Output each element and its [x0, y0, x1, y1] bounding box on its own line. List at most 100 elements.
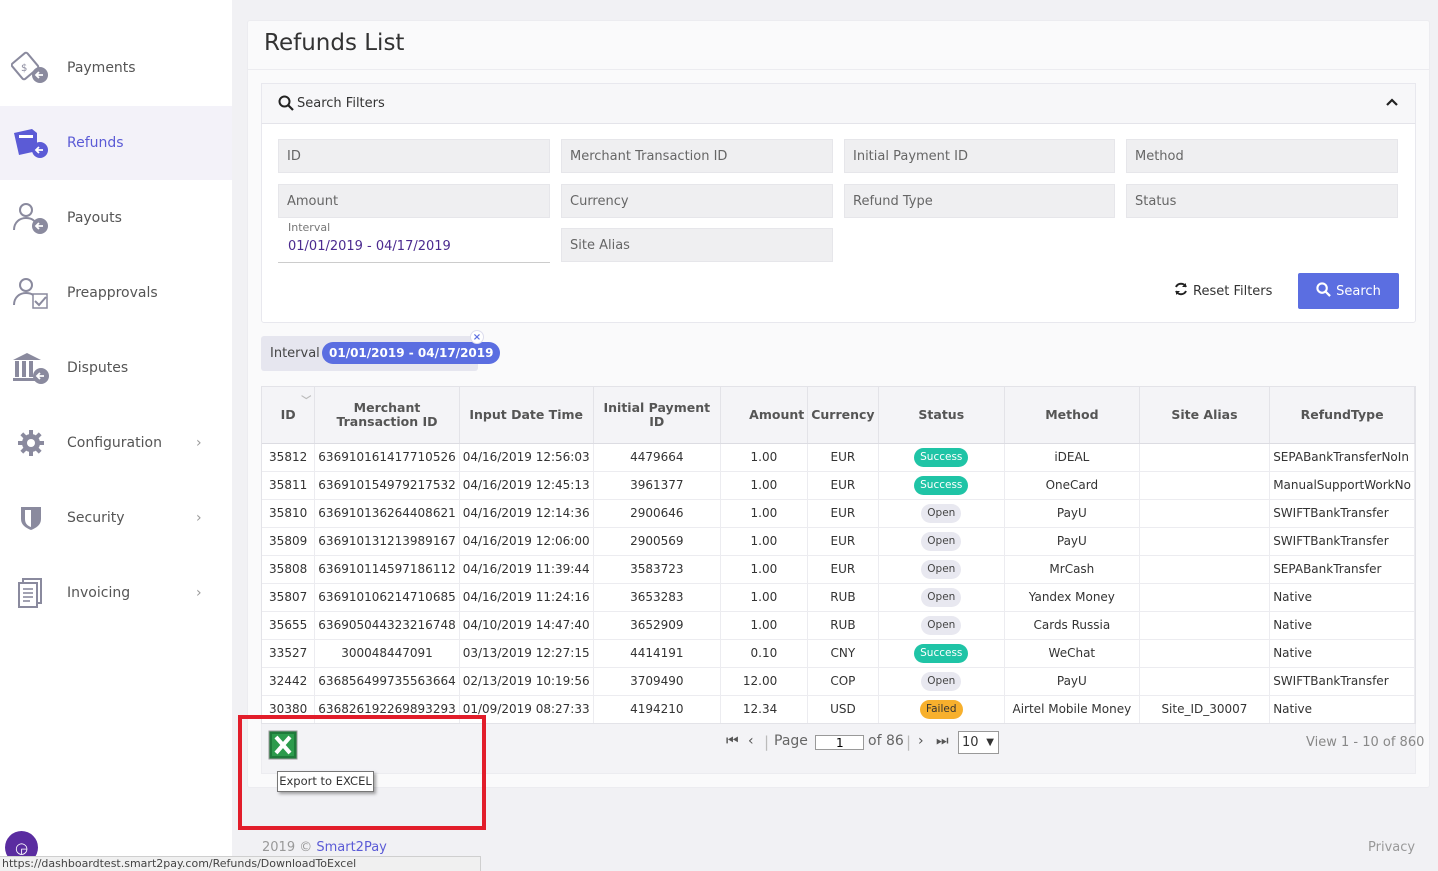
- cell-status: Open: [878, 611, 1006, 640]
- cell-initial-payment-id: 3652909: [593, 611, 721, 640]
- column-header-site-alias[interactable]: Site Alias: [1139, 387, 1271, 444]
- page-size-select[interactable]: 10 ▼: [958, 731, 999, 754]
- sidebar-item-configuration[interactable]: Configuration ›: [0, 406, 232, 480]
- table-row[interactable]: 35655 636905044323216748 04/10/2019 14:47:…: [262, 611, 1415, 640]
- reset-filters-label: Reset Filters: [1193, 283, 1273, 299]
- sidebar-item-label: Invoicing: [67, 585, 131, 601]
- cell-input-date-time: 04/16/2019 11:24:16: [459, 583, 594, 612]
- cell-id: 35812: [262, 443, 316, 472]
- table-row[interactable]: 35809 636910131213989167 04/16/2019 12:06:…: [262, 527, 1415, 556]
- cell-site-alias: [1139, 443, 1271, 472]
- cell-site-alias: [1139, 667, 1271, 696]
- cell-currency: RUB: [807, 611, 879, 640]
- column-header-amount[interactable]: Amount: [720, 387, 809, 444]
- cell-amount: 1.00: [720, 527, 809, 556]
- table-row[interactable]: 32442 636856499735563664 02/13/2019 10:19:…: [262, 667, 1415, 696]
- cell-initial-payment-id: 2900569: [593, 527, 721, 556]
- status-filter-input[interactable]: [1126, 184, 1398, 218]
- cell-status: Success: [878, 639, 1006, 668]
- cell-initial-payment-id: 4194210: [593, 695, 721, 723]
- search-filters-title: Search Filters: [297, 96, 385, 111]
- table-row[interactable]: 35810 636910136264408621 04/16/2019 12:14:…: [262, 499, 1415, 528]
- cell-currency: EUR: [807, 527, 879, 556]
- disputes-icon: [10, 347, 52, 389]
- column-header-initial-payment-id[interactable]: Initial Payment ID: [593, 387, 721, 444]
- cell-site-alias: [1139, 611, 1271, 640]
- cell-id: 35811: [262, 471, 316, 500]
- cell-currency: CNY: [807, 639, 879, 668]
- table-row[interactable]: 35808 636910114597186112 04/16/2019 11:39:…: [262, 555, 1415, 584]
- page-label: Page: [774, 733, 808, 749]
- cell-site-alias: [1139, 499, 1271, 528]
- document-icon: [10, 572, 52, 614]
- merchant-transaction-id-input[interactable]: [561, 139, 833, 173]
- cell-site-alias: [1139, 583, 1271, 612]
- divider: [248, 69, 1429, 70]
- cell-currency: EUR: [807, 443, 879, 472]
- sidebar-item-label: Disputes: [67, 360, 129, 376]
- cell-currency: EUR: [807, 555, 879, 584]
- page-number-input[interactable]: [815, 735, 864, 750]
- initial-payment-id-input[interactable]: [844, 139, 1115, 173]
- cell-method: Yandex Money: [1004, 583, 1140, 612]
- sidebar-item-payouts[interactable]: Payouts: [0, 181, 232, 255]
- dropdown-arrow-icon: ▼: [986, 737, 994, 748]
- cell-id: 35807: [262, 583, 316, 612]
- sidebar-item-invoicing[interactable]: Invoicing ›: [0, 556, 232, 630]
- column-header-input-date-time[interactable]: Input Date Time: [459, 387, 594, 444]
- last-page-icon[interactable]: ⏭: [936, 733, 949, 749]
- cell-id: 33527: [262, 639, 316, 668]
- sidebar-item-label: Security: [67, 510, 125, 526]
- cell-input-date-time: 04/16/2019 12:56:03: [459, 443, 594, 472]
- cell-method: WeChat: [1004, 639, 1140, 668]
- column-header-id[interactable]: ID ﹀: [262, 387, 316, 444]
- refund-type-filter-input[interactable]: [844, 184, 1115, 218]
- cell-amount: 1.00: [720, 555, 809, 584]
- sidebar-item-refunds[interactable]: Refunds: [0, 106, 232, 180]
- cell-merchant-transaction-id: 636905044323216748: [314, 611, 460, 640]
- footer-brand-link[interactable]: Smart2Pay: [316, 840, 387, 855]
- cell-amount: 0.10: [720, 639, 809, 668]
- chevron-up-icon[interactable]: [1385, 95, 1399, 113]
- cell-input-date-time: 04/10/2019 14:47:40: [459, 611, 594, 640]
- sidebar-item-security[interactable]: Security ›: [0, 481, 232, 555]
- sidebar-item-label: Payments: [67, 60, 136, 76]
- cell-id: 32442: [262, 667, 316, 696]
- browser-status-bar: https://dashboardtest.smart2pay.com/Refu…: [0, 856, 481, 871]
- site-alias-filter-input[interactable]: [561, 228, 833, 262]
- cell-status: Failed: [878, 695, 1006, 723]
- cell-method: PayU: [1004, 499, 1140, 528]
- cell-site-alias: [1139, 527, 1271, 556]
- sidebar-item-payments[interactable]: $ Payments: [0, 31, 232, 105]
- id-filter-input[interactable]: [278, 139, 550, 173]
- previous-page-icon[interactable]: ‹: [748, 733, 754, 749]
- page-title: Refunds List: [264, 30, 405, 56]
- highlight-box: [238, 715, 486, 830]
- cell-merchant-transaction-id: 636910161417710526: [314, 443, 460, 472]
- search-button[interactable]: Search: [1298, 273, 1399, 309]
- interval-value[interactable]: 01/01/2019 - 04/17/2019: [288, 239, 451, 254]
- column-header-currency[interactable]: Currency: [807, 387, 879, 444]
- sidebar-item-label: Payouts: [67, 210, 122, 226]
- pager-separator: |: [764, 733, 770, 751]
- table-row[interactable]: 35811 636910154979217532 04/16/2019 12:45:…: [262, 471, 1415, 500]
- first-page-icon[interactable]: ⏮: [726, 733, 739, 749]
- table-row[interactable]: 35812 636910161417710526 04/16/2019 12:56:…: [262, 443, 1415, 472]
- currency-filter-input[interactable]: [561, 184, 833, 218]
- remove-filter-icon[interactable]: ×: [470, 330, 484, 344]
- column-header-status[interactable]: Status: [878, 387, 1006, 444]
- cell-id: 35655: [262, 611, 316, 640]
- column-header-merchant-transaction-id[interactable]: Merchant Transaction ID: [314, 387, 460, 444]
- column-header-refund-type[interactable]: RefundType: [1269, 387, 1415, 444]
- table-row[interactable]: 35807 636910106214710685 04/16/2019 11:24:…: [262, 583, 1415, 612]
- sidebar-item-preapprovals[interactable]: Preapprovals: [0, 256, 232, 330]
- column-header-method[interactable]: Method: [1004, 387, 1140, 444]
- amount-filter-input[interactable]: [278, 184, 550, 218]
- privacy-link[interactable]: Privacy: [1368, 840, 1415, 855]
- table-row[interactable]: 33527 300048447091 03/13/2019 12:27:15 4414…: [262, 639, 1415, 668]
- next-page-icon[interactable]: ›: [918, 733, 924, 749]
- search-filters-header[interactable]: [261, 83, 1416, 124]
- sidebar-item-disputes[interactable]: Disputes: [0, 331, 232, 405]
- method-filter-input[interactable]: [1126, 139, 1398, 173]
- reset-filters-button[interactable]: Reset Filters: [1174, 280, 1272, 302]
